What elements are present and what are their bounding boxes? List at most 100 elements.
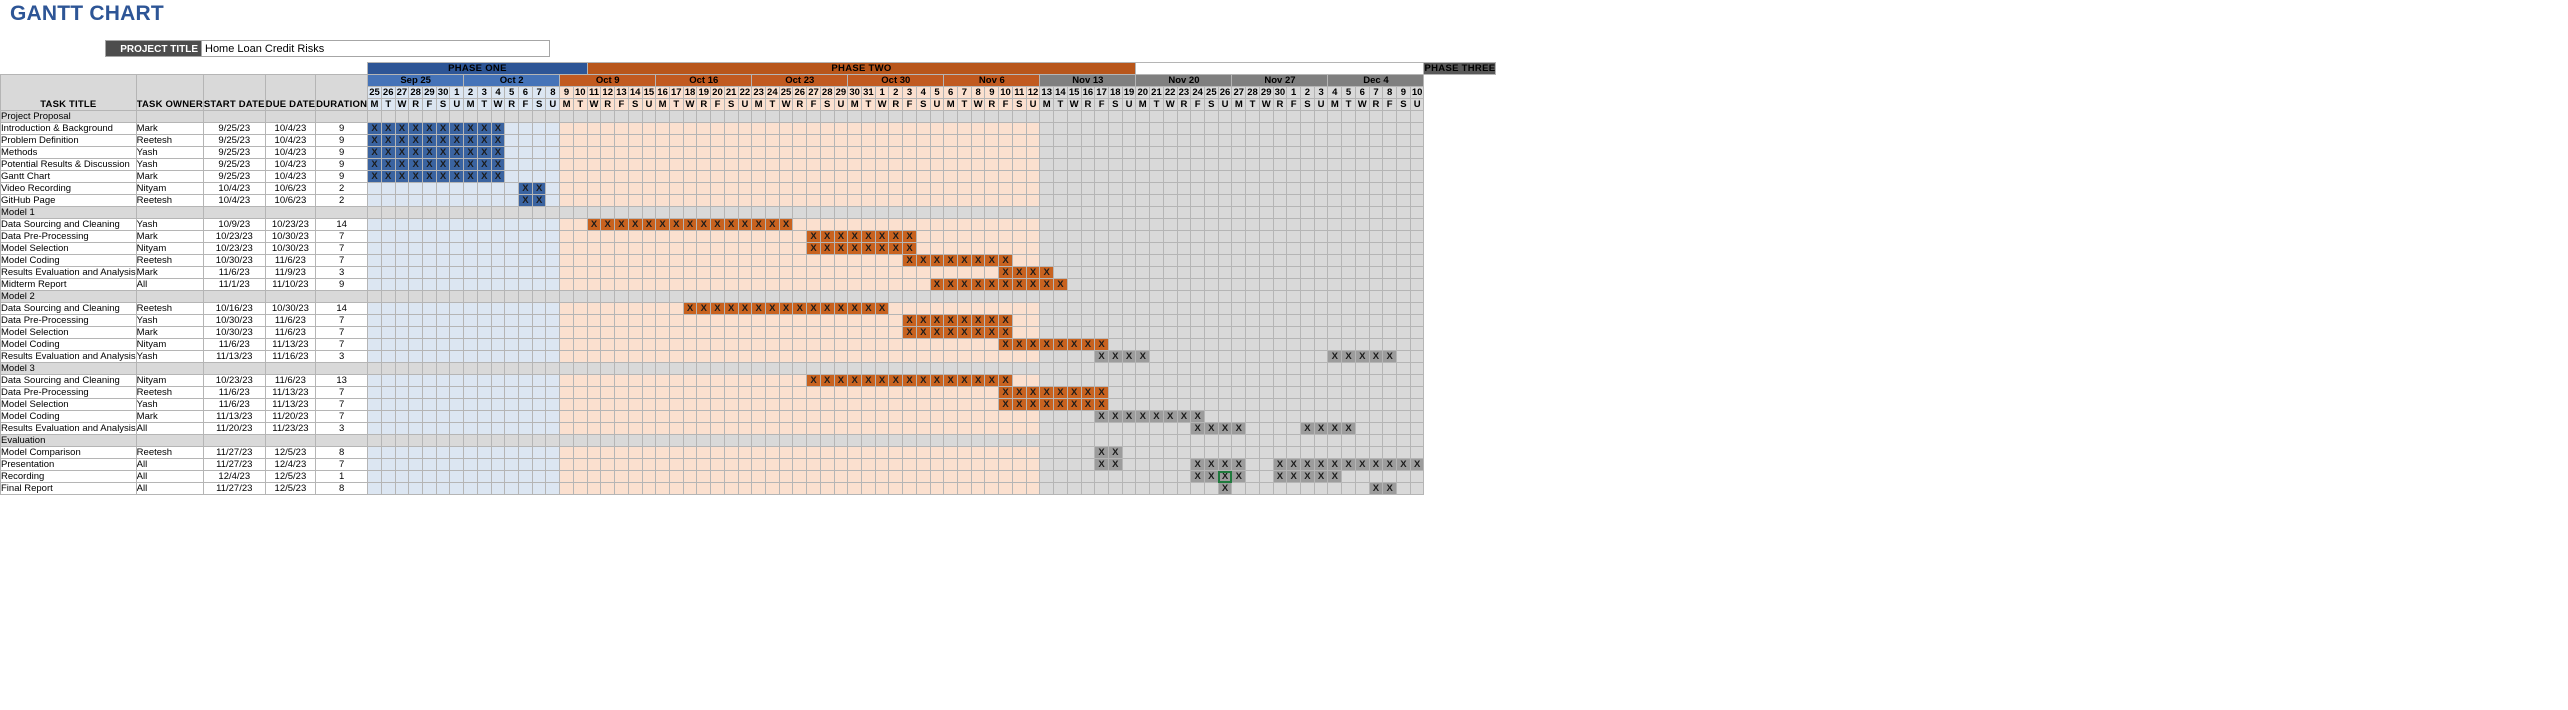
timeline-cell[interactable] [614, 410, 629, 423]
timeline-cell[interactable]: X [1080, 398, 1096, 411]
timeline-cell[interactable] [847, 290, 863, 303]
timeline-cell[interactable] [1149, 158, 1164, 171]
timeline-cell[interactable] [915, 398, 931, 411]
timeline-cell[interactable] [545, 278, 561, 291]
timeline-cell[interactable] [1162, 170, 1178, 183]
timeline-cell[interactable]: X [957, 278, 972, 291]
timeline-cell[interactable] [806, 134, 821, 147]
timeline-cell[interactable] [970, 338, 986, 351]
timeline-cell[interactable] [1300, 386, 1315, 399]
timeline-cell[interactable] [1313, 386, 1329, 399]
timeline-cell[interactable] [1409, 182, 1425, 195]
timeline-cell[interactable] [723, 470, 739, 483]
timeline-cell[interactable] [586, 326, 602, 339]
timeline-cell[interactable] [1327, 386, 1343, 399]
timeline-cell[interactable] [764, 266, 780, 279]
timeline-cell[interactable] [1272, 170, 1288, 183]
timeline-cell[interactable] [1190, 158, 1205, 171]
timeline-cell[interactable] [1190, 110, 1205, 123]
timeline-cell[interactable] [490, 398, 506, 411]
timeline-cell[interactable] [861, 254, 876, 267]
timeline-cell[interactable] [792, 338, 808, 351]
timeline-cell[interactable] [737, 170, 753, 183]
timeline-cell[interactable] [668, 290, 684, 303]
timeline-cell[interactable] [710, 170, 725, 183]
timeline-cell[interactable] [1025, 350, 1041, 363]
timeline-cell[interactable] [1231, 350, 1247, 363]
timeline-cell[interactable] [861, 482, 876, 495]
timeline-cell[interactable] [531, 278, 547, 291]
timeline-cell[interactable] [1341, 290, 1356, 303]
timeline-cell[interactable] [1409, 194, 1425, 207]
timeline-cell[interactable] [1245, 350, 1260, 363]
timeline-cell[interactable] [408, 410, 424, 423]
timeline-cell[interactable]: X [449, 170, 465, 183]
timeline-cell[interactable] [723, 266, 739, 279]
timeline-cell[interactable] [668, 386, 684, 399]
timeline-cell[interactable]: X [408, 134, 424, 147]
timeline-cell[interactable] [422, 230, 437, 243]
timeline-cell[interactable] [1190, 122, 1205, 135]
timeline-cell[interactable] [545, 290, 561, 303]
timeline-cell[interactable] [572, 278, 588, 291]
timeline-cell[interactable]: X [1025, 278, 1041, 291]
timeline-cell[interactable] [641, 170, 657, 183]
timeline-cell[interactable] [449, 194, 465, 207]
timeline-cell[interactable] [957, 206, 972, 219]
timeline-cell[interactable] [847, 206, 863, 219]
timeline-cell[interactable] [751, 194, 766, 207]
timeline-cell[interactable] [1258, 278, 1274, 291]
timeline-cell[interactable] [641, 146, 657, 159]
timeline-cell[interactable] [476, 110, 492, 123]
timeline-cell[interactable] [600, 314, 616, 327]
timeline-cell[interactable] [1203, 146, 1219, 159]
timeline-cell[interactable] [792, 290, 808, 303]
timeline-cell[interactable] [1135, 314, 1151, 327]
timeline-cell[interactable] [394, 386, 410, 399]
timeline-cell[interactable] [1135, 122, 1151, 135]
timeline-cell[interactable] [422, 350, 437, 363]
timeline-cell[interactable] [957, 398, 972, 411]
timeline-cell[interactable] [463, 278, 478, 291]
timeline-cell[interactable] [1011, 470, 1027, 483]
timeline-cell[interactable] [1053, 326, 1068, 339]
timeline-cell[interactable] [1231, 302, 1247, 315]
timeline-cell[interactable] [1176, 338, 1192, 351]
timeline-cell[interactable] [1190, 254, 1205, 267]
timeline-cell[interactable] [929, 386, 945, 399]
timeline-cell[interactable] [367, 314, 382, 327]
timeline-cell[interactable]: X [819, 242, 835, 255]
timeline-cell[interactable] [806, 482, 821, 495]
timeline-cell[interactable] [655, 458, 670, 471]
timeline-cell[interactable] [531, 434, 547, 447]
timeline-cell[interactable] [764, 242, 780, 255]
timeline-cell[interactable]: X [1382, 350, 1398, 363]
timeline-cell[interactable] [682, 326, 698, 339]
timeline-cell[interactable] [984, 170, 1000, 183]
timeline-cell[interactable] [1190, 170, 1205, 183]
timeline-cell[interactable] [545, 182, 561, 195]
timeline-cell[interactable] [641, 362, 657, 375]
timeline-cell[interactable] [1039, 362, 1055, 375]
timeline-cell[interactable]: X [1094, 410, 1109, 423]
timeline-cell[interactable] [1190, 398, 1205, 411]
timeline-cell[interactable] [929, 302, 945, 315]
timeline-cell[interactable] [819, 254, 835, 267]
timeline-cell[interactable] [998, 470, 1013, 483]
timeline-cell[interactable] [367, 374, 382, 387]
timeline-cell[interactable]: X [1217, 458, 1233, 471]
timeline-cell[interactable] [641, 422, 657, 435]
timeline-cell[interactable] [600, 374, 616, 387]
timeline-cell[interactable] [1341, 278, 1356, 291]
timeline-cell[interactable] [929, 446, 945, 459]
timeline-cell[interactable] [737, 266, 753, 279]
timeline-cell[interactable] [1135, 218, 1151, 231]
timeline-cell[interactable] [984, 422, 1000, 435]
timeline-cell[interactable]: X [1162, 410, 1178, 423]
timeline-cell[interactable] [943, 206, 959, 219]
timeline-cell[interactable] [874, 422, 890, 435]
timeline-cell[interactable] [1039, 458, 1055, 471]
timeline-cell[interactable] [833, 266, 849, 279]
timeline-cell[interactable]: X [449, 134, 465, 147]
timeline-cell[interactable] [1066, 194, 1082, 207]
